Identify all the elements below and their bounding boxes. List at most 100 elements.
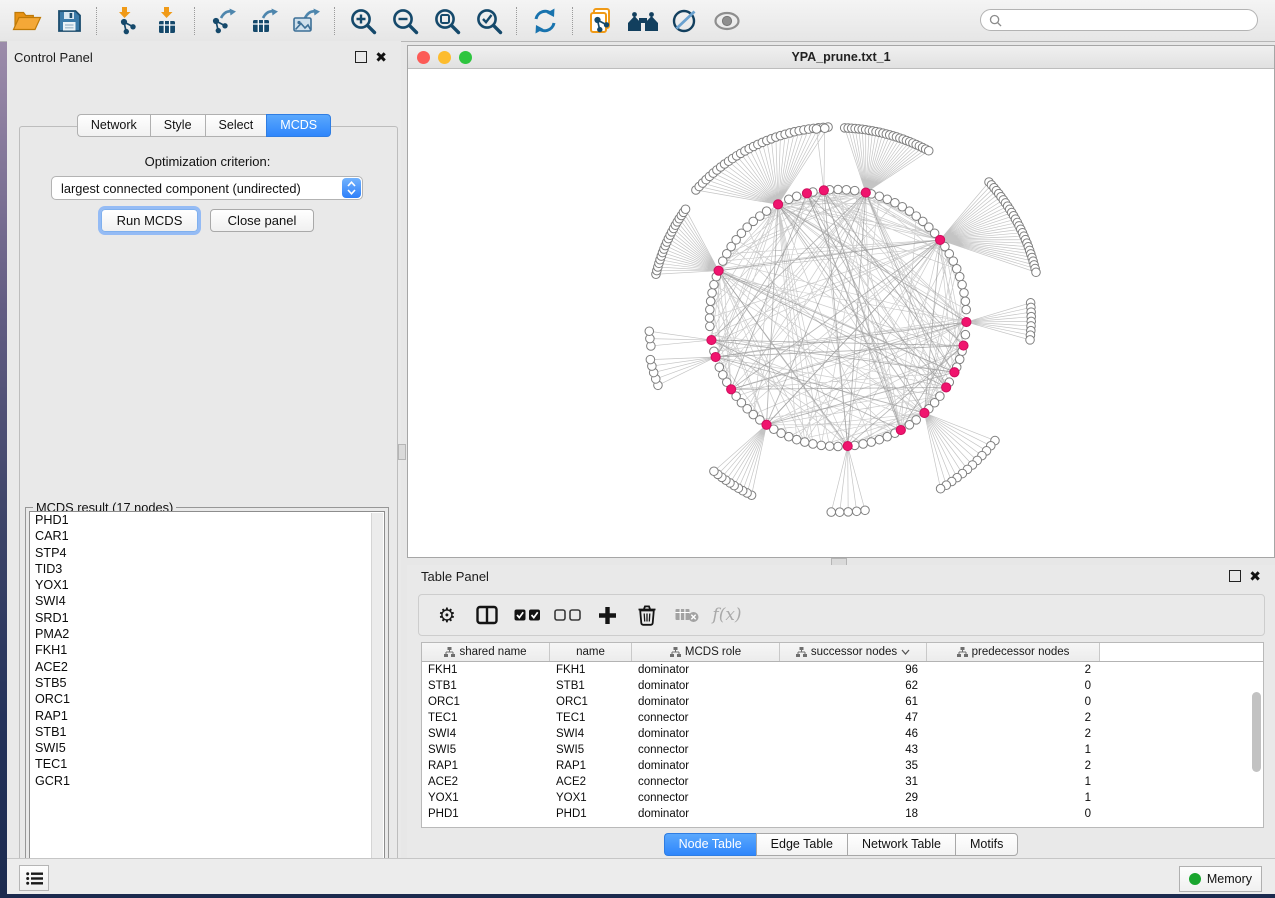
network-node[interactable]: [646, 355, 655, 364]
network-node[interactable]: [792, 435, 801, 444]
import-network-button[interactable]: [105, 3, 145, 39]
tab-network-table[interactable]: Network Table: [847, 833, 955, 856]
show-all-columns-button[interactable]: [509, 598, 545, 632]
network-node[interactable]: [706, 297, 715, 306]
mcds-hub-node[interactable]: [936, 235, 945, 244]
mcds-hub-node[interactable]: [707, 336, 716, 345]
zoom-fit-button[interactable]: [427, 3, 467, 39]
network-node[interactable]: [645, 327, 654, 336]
open-file-button[interactable]: [7, 3, 47, 39]
mcds-hub-node[interactable]: [959, 341, 968, 350]
mcds-result-item[interactable]: SRD1: [30, 610, 384, 626]
table-row[interactable]: FKH1FKH1dominator962: [422, 662, 1263, 678]
tab-network[interactable]: Network: [77, 114, 150, 137]
network-node[interactable]: [715, 363, 724, 372]
export-image-button[interactable]: [287, 3, 327, 39]
mcds-result-item[interactable]: PMA2: [30, 626, 384, 642]
vertical-splitter-handle[interactable]: [398, 444, 406, 460]
delete-columns-button[interactable]: [629, 598, 665, 632]
mcds-result-item[interactable]: STB1: [30, 724, 384, 740]
mcds-hub-node[interactable]: [727, 385, 736, 394]
list-scrollbar[interactable]: [371, 513, 383, 873]
mcds-result-item[interactable]: TID3: [30, 561, 384, 577]
float-table-panel-icon[interactable]: [1229, 570, 1241, 582]
table-row[interactable]: YOX1YOX1connector291: [422, 790, 1263, 806]
tab-node-table[interactable]: Node Table: [664, 833, 756, 856]
network-node[interactable]: [955, 355, 964, 364]
refresh-view-button[interactable]: [525, 3, 565, 39]
hide-graphics-details-button[interactable]: [665, 3, 705, 39]
import-table-button[interactable]: [147, 3, 187, 39]
column-header-successor-nodes[interactable]: successor nodes: [780, 643, 927, 661]
network-node[interactable]: [850, 186, 859, 195]
network-node[interactable]: [835, 508, 844, 517]
close-panel-icon[interactable]: ✖: [375, 52, 387, 62]
save-session-button[interactable]: [49, 3, 89, 39]
table-row[interactable]: SWI4SWI4dominator462: [422, 726, 1263, 742]
close-window-icon[interactable]: [417, 51, 430, 64]
minimize-window-icon[interactable]: [438, 51, 451, 64]
network-node[interactable]: [844, 508, 853, 517]
tab-select[interactable]: Select: [205, 114, 267, 137]
network-node[interactable]: [812, 125, 821, 134]
hide-all-columns-button[interactable]: [549, 598, 585, 632]
mcds-result-item[interactable]: FKH1: [30, 642, 384, 658]
zoom-out-button[interactable]: [385, 3, 425, 39]
column-header-predecessor-nodes[interactable]: predecessor nodes: [927, 643, 1100, 661]
zoom-in-button[interactable]: [343, 3, 383, 39]
mcds-hub-node[interactable]: [950, 368, 959, 377]
network-node[interactable]: [961, 330, 970, 339]
mcds-hub-node[interactable]: [896, 425, 905, 434]
table-row[interactable]: STB1STB1dominator620: [422, 678, 1263, 694]
tab-mcds[interactable]: MCDS: [266, 114, 331, 137]
network-node[interactable]: [842, 186, 851, 195]
table-row[interactable]: SWI5SWI5connector431: [422, 742, 1263, 758]
mcds-result-item[interactable]: SWI5: [30, 740, 384, 756]
network-node[interactable]: [705, 314, 714, 323]
network-node[interactable]: [762, 207, 771, 216]
network-node[interactable]: [800, 438, 809, 447]
task-history-button[interactable]: [19, 865, 49, 891]
table-scrollbar[interactable]: [1252, 670, 1262, 820]
tab-motifs[interactable]: Motifs: [955, 833, 1018, 856]
network-node[interactable]: [1026, 336, 1035, 345]
mcds-hub-node[interactable]: [942, 383, 951, 392]
mcds-hub-node[interactable]: [843, 441, 852, 450]
network-node[interactable]: [809, 440, 818, 449]
export-network-button[interactable]: [203, 3, 243, 39]
clone-network-button[interactable]: [581, 3, 621, 39]
mcds-result-item[interactable]: TEC1: [30, 756, 384, 772]
table-scrollbar-thumb[interactable]: [1252, 692, 1261, 772]
run-mcds-button[interactable]: Run MCDS: [101, 209, 198, 232]
mcds-result-item[interactable]: ORC1: [30, 691, 384, 707]
mcds-result-item[interactable]: STP4: [30, 545, 384, 561]
network-node[interactable]: [962, 305, 971, 314]
network-node[interactable]: [706, 305, 715, 314]
close-table-panel-icon[interactable]: ✖: [1249, 571, 1261, 581]
network-window-titlebar[interactable]: YPA_prune.txt_1: [408, 46, 1274, 69]
network-node[interactable]: [861, 506, 870, 515]
close-panel-button[interactable]: Close panel: [210, 209, 314, 232]
column-header-name[interactable]: name: [550, 643, 632, 661]
table-row[interactable]: ORC1ORC1dominator610: [422, 694, 1263, 710]
first-neighbors-button[interactable]: [623, 3, 663, 39]
mcds-result-item[interactable]: GCR1: [30, 773, 384, 789]
memory-button[interactable]: Memory: [1179, 866, 1262, 892]
network-node[interactable]: [936, 484, 945, 493]
mcds-hub-node[interactable]: [762, 420, 771, 429]
network-node[interactable]: [785, 195, 794, 204]
table-row[interactable]: TEC1TEC1connector472: [422, 710, 1263, 726]
mcds-hub-node[interactable]: [711, 352, 720, 361]
mcds-result-item[interactable]: PHD1: [30, 512, 384, 528]
network-node[interactable]: [820, 124, 829, 133]
mcds-result-item[interactable]: ACE2: [30, 659, 384, 675]
network-node[interactable]: [681, 205, 690, 214]
level-of-detail-button[interactable]: [707, 3, 747, 39]
export-table-button[interactable]: [245, 3, 285, 39]
network-node[interactable]: [825, 442, 834, 451]
mcds-result-item[interactable]: STB5: [30, 675, 384, 691]
toggle-panel-layout-button[interactable]: [469, 598, 505, 632]
network-node[interactable]: [875, 435, 884, 444]
mcds-result-item[interactable]: CAR1: [30, 528, 384, 544]
mcds-hub-node[interactable]: [861, 188, 870, 197]
